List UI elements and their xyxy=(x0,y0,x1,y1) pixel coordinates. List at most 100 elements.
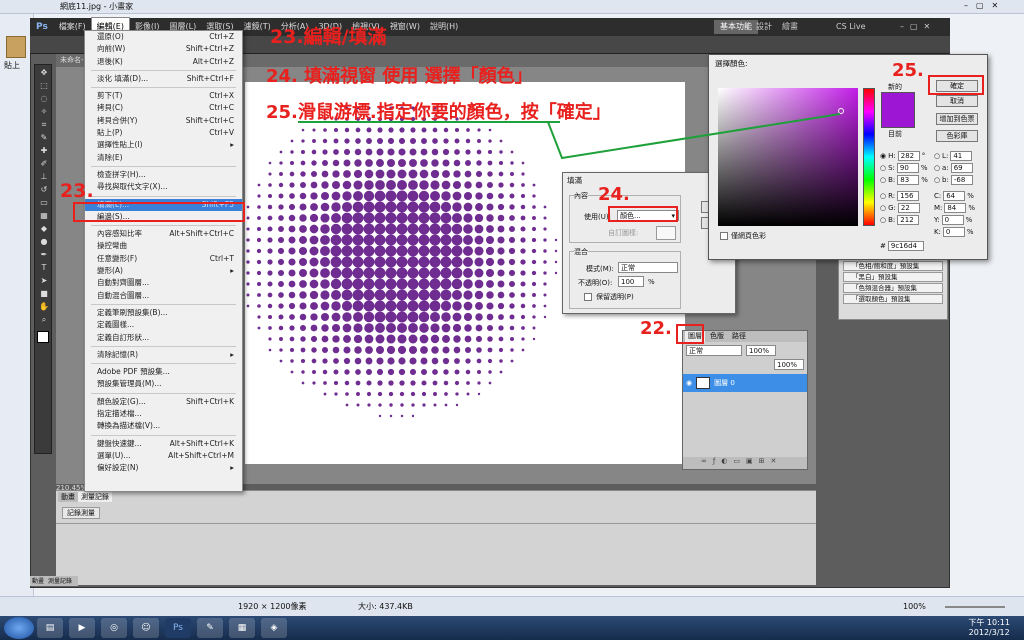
blur-tool-icon[interactable]: ◆ xyxy=(37,223,51,234)
paint-taskbar-icon[interactable]: ✎ xyxy=(197,618,223,638)
lab-b-radio-icon[interactable]: ○ xyxy=(934,176,940,184)
dodge-tool-icon[interactable]: ● xyxy=(37,236,51,247)
c-input[interactable]: 64 xyxy=(943,191,966,201)
zoom-tool-icon[interactable]: ⌕ xyxy=(37,314,51,325)
bottom-tab-measurement[interactable]: 測量記錄 xyxy=(48,576,72,586)
y-input[interactable]: 0 xyxy=(941,215,964,225)
edit-menu-item[interactable]: 尋找與取代文字(X)... xyxy=(85,181,242,193)
layer-fill[interactable]: 100% xyxy=(774,359,804,370)
cs-live[interactable]: CS Live xyxy=(836,20,866,34)
bl-radio-icon[interactable]: ○ xyxy=(880,216,886,224)
tab-paths[interactable]: 路徑 xyxy=(729,331,749,342)
edit-menu-item[interactable]: Adobe PDF 預設集... xyxy=(85,366,242,378)
edit-menu-item[interactable]: 選擇性貼上(I) ▸ xyxy=(85,139,242,151)
edit-menu-item[interactable]: 自動混合圖層... xyxy=(85,290,242,302)
folder-icon[interactable]: ▦ xyxy=(229,618,255,638)
edit-menu-item[interactable]: 還原(O) Ctrl+Z xyxy=(85,31,242,43)
edit-menu-item[interactable]: 清除記憶(R) ▸ xyxy=(85,349,242,361)
clock[interactable]: 下午 10:11 2012/3/12 xyxy=(968,618,1010,638)
shape-tool-icon[interactable]: ■ xyxy=(37,288,51,299)
edit-menu-item[interactable]: 變形(A) ▸ xyxy=(85,265,242,277)
menu-window[interactable]: 視窗(W) xyxy=(385,18,425,36)
zoom-slider[interactable] xyxy=(945,606,1005,608)
edit-menu-item[interactable]: 淡化 填滿(D)... Shift+Ctrl+F xyxy=(85,73,242,85)
edit-menu-item[interactable]: 偏好設定(N) ▸ xyxy=(85,462,242,474)
edit-menu-item[interactable]: 退後(K) Alt+Ctrl+Z xyxy=(85,56,242,68)
edit-menu-item[interactable]: 剪下(T) Ctrl+X xyxy=(85,90,242,102)
picker-cancel-button[interactable]: 取消 xyxy=(936,95,978,107)
tab-animation[interactable]: 動畫 xyxy=(58,492,78,502)
heal-tool-icon[interactable]: ✚ xyxy=(37,145,51,156)
chrome-icon[interactable]: ◎ xyxy=(101,618,127,638)
g-input[interactable]: 22 xyxy=(897,203,920,213)
visibility-eye-icon[interactable]: ◉ xyxy=(686,379,692,387)
h-input[interactable]: 282 xyxy=(897,151,920,161)
tab-measurement[interactable]: 測量記錄 xyxy=(78,492,112,502)
eraser-tool-icon[interactable]: ▭ xyxy=(37,197,51,208)
edit-menu-item[interactable]: 定義圖樣... xyxy=(85,319,242,331)
edit-menu-item[interactable]: 操控彎曲 xyxy=(85,240,242,252)
preset-list-item[interactable]: 「色相/飽和度」預設集 xyxy=(843,261,943,271)
record-measurements-button[interactable]: 記錄測量 xyxy=(62,507,100,519)
edit-menu-item[interactable]: 顏色設定(G)... Shift+Ctrl+K xyxy=(85,396,242,408)
type-tool-icon[interactable]: T xyxy=(37,262,51,273)
paste-label[interactable]: 貼上 xyxy=(4,60,29,71)
media-icon[interactable]: ▶ xyxy=(69,618,95,638)
explorer-icon[interactable]: ▤ xyxy=(37,618,63,638)
workspace-design[interactable]: 設計 xyxy=(756,20,772,34)
a-radio-icon[interactable]: ○ xyxy=(934,164,940,172)
lasso-tool-icon[interactable]: ◌ xyxy=(37,93,51,104)
workspace-paint[interactable]: 繪畫 xyxy=(782,20,798,34)
r-radio-icon[interactable]: ○ xyxy=(880,192,886,200)
m-input[interactable]: 84 xyxy=(944,203,967,213)
l-input[interactable]: 41 xyxy=(950,151,973,161)
blue-input[interactable]: 212 xyxy=(897,215,920,225)
paste-icon[interactable] xyxy=(6,36,26,58)
edit-menu-item[interactable]: 選單(U)... Alt+Shift+Ctrl+M xyxy=(85,450,242,462)
layer-opacity[interactable]: 100% xyxy=(746,345,776,356)
eyedropper-tool-icon[interactable]: ✎ xyxy=(37,132,51,143)
g-radio-icon[interactable]: ○ xyxy=(880,204,886,212)
move-tool-icon[interactable]: ✥ xyxy=(37,67,51,78)
photoshop-taskbar-icon[interactable]: Ps xyxy=(165,618,191,638)
layer-row[interactable]: ◉ 圖層 0 xyxy=(683,374,807,392)
ps-window-controls[interactable]: –▢✕ xyxy=(900,20,936,34)
pen-tool-icon[interactable]: ✒ xyxy=(37,249,51,260)
l-radio-icon[interactable]: ○ xyxy=(934,152,940,160)
edit-menu-item[interactable]: 檢查拼字(H)... xyxy=(85,169,242,181)
edit-menu-item[interactable]: 定義自訂形狀... xyxy=(85,332,242,344)
a-input[interactable]: 69 xyxy=(950,163,973,173)
workspace-essentials[interactable]: 基本功能 xyxy=(714,20,758,34)
r-input[interactable]: 156 xyxy=(897,191,920,201)
edit-menu-item[interactable]: 定義筆刷預設集(B)... xyxy=(85,307,242,319)
edit-menu-item[interactable]: 貼上(P) Ctrl+V xyxy=(85,127,242,139)
edit-menu-item[interactable]: 任意變形(F) Ctrl+T xyxy=(85,253,242,265)
preserve-checkbox[interactable] xyxy=(584,293,592,301)
stamp-tool-icon[interactable]: ⊥ xyxy=(37,171,51,182)
edit-menu-item[interactable]: 鍵盤快速鍵... Alt+Shift+Ctrl+K xyxy=(85,438,242,450)
edit-menu-item[interactable]: 自動對齊圖層... xyxy=(85,277,242,289)
foreground-color-swatch[interactable] xyxy=(37,331,49,343)
marquee-tool-icon[interactable]: ⬚ xyxy=(37,80,51,91)
preset-list-item[interactable]: 「色頻混合器」預設集 xyxy=(843,283,943,293)
start-button-icon[interactable] xyxy=(4,617,34,639)
mode-select[interactable]: 正常 xyxy=(618,262,678,273)
b-radio-icon[interactable]: ○ xyxy=(880,176,886,184)
history-brush-icon[interactable]: ↺ xyxy=(37,184,51,195)
b-input[interactable]: 83 xyxy=(897,175,920,185)
pattern-swatch[interactable] xyxy=(656,226,676,240)
layer-name[interactable]: 圖層 0 xyxy=(714,378,735,388)
k-input[interactable]: 0 xyxy=(942,227,965,237)
preset-list-item[interactable]: 「黑白」預設集 xyxy=(843,272,943,282)
hex-input[interactable]: 9c16d4 xyxy=(887,241,924,251)
menu-help[interactable]: 說明(H) xyxy=(425,18,463,36)
bottom-tab-animation[interactable]: 動畫 xyxy=(32,576,44,586)
window-controls[interactable]: –▢✕ xyxy=(964,1,1006,10)
color-libraries-button[interactable]: 色彩庫 xyxy=(936,130,978,142)
s-radio-icon[interactable]: ○ xyxy=(880,164,886,172)
add-swatch-button[interactable]: 增加到色票 xyxy=(936,113,978,125)
crop-tool-icon[interactable]: ⌗ xyxy=(37,119,51,130)
edit-menu-item[interactable]: 清除(E) xyxy=(85,152,242,164)
edit-menu-item[interactable]: 拷貝(C) Ctrl+C xyxy=(85,102,242,114)
edit-menu-item[interactable]: 拷貝合併(Y) Shift+Ctrl+C xyxy=(85,115,242,127)
